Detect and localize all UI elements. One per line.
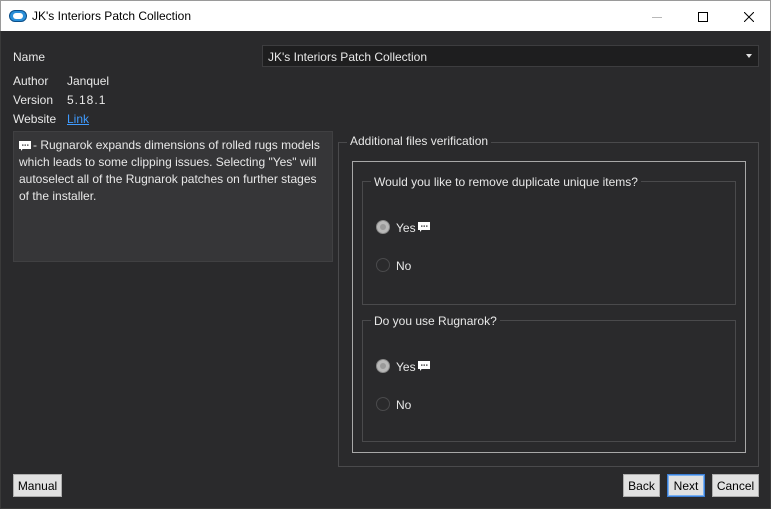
- version-value: 5.18.1: [67, 93, 107, 107]
- maximize-icon: [698, 11, 708, 22]
- radio-rugnarok-no[interactable]: [376, 397, 390, 411]
- description-panel: - Rugnarok expands dimensions of rolled …: [13, 131, 333, 262]
- speech-bubble-icon[interactable]: [418, 361, 430, 371]
- group-rugnarok: [362, 320, 736, 442]
- maximize-button[interactable]: [680, 1, 726, 32]
- name-select-value: JK's Interiors Patch Collection: [268, 50, 428, 64]
- radio-rugnarok-yes[interactable]: [376, 359, 390, 373]
- app-icon: [9, 10, 27, 22]
- close-button[interactable]: [726, 1, 771, 32]
- speech-bubble-icon[interactable]: [418, 222, 430, 232]
- manual-button[interactable]: Manual: [13, 474, 62, 497]
- cancel-button[interactable]: Cancel: [712, 474, 759, 497]
- group-duplicate-items: [362, 181, 736, 305]
- close-icon: [744, 11, 754, 22]
- window-title: JK's Interiors Patch Collection: [32, 9, 192, 23]
- group-rugnarok-title: Do you use Rugnarok?: [371, 314, 500, 328]
- speech-bubble-icon: [19, 140, 31, 151]
- radio-duplicate-no-label[interactable]: No: [396, 259, 411, 273]
- radio-duplicate-no[interactable]: [376, 258, 390, 272]
- title-bar: JK's Interiors Patch Collection: [0, 0, 771, 31]
- website-label: Website: [13, 112, 57, 126]
- installer-content: Name JK's Interiors Patch Collection Aut…: [0, 31, 771, 509]
- radio-rugnarok-no-label[interactable]: No: [396, 398, 411, 412]
- radio-duplicate-yes[interactable]: [376, 220, 390, 234]
- minimize-icon: [652, 16, 662, 18]
- minimize-button[interactable]: [634, 1, 680, 32]
- version-label: Version: [13, 93, 54, 107]
- website-link[interactable]: Link: [67, 112, 89, 126]
- group-duplicate-items-title: Would you like to remove duplicate uniqu…: [371, 175, 641, 189]
- author-value: Janquel: [67, 74, 110, 88]
- step-title: Additional files verification: [347, 134, 492, 148]
- description-text: - Rugnarok expands dimensions of rolled …: [19, 138, 320, 203]
- author-label: Author: [13, 74, 49, 88]
- radio-rugnarok-yes-label[interactable]: Yes: [396, 360, 416, 374]
- name-label: Name: [13, 50, 46, 64]
- radio-duplicate-yes-label[interactable]: Yes: [396, 221, 416, 235]
- name-select[interactable]: JK's Interiors Patch Collection: [262, 45, 759, 67]
- next-button[interactable]: Next: [667, 474, 705, 497]
- back-button[interactable]: Back: [623, 474, 660, 497]
- chevron-down-icon: [746, 54, 752, 58]
